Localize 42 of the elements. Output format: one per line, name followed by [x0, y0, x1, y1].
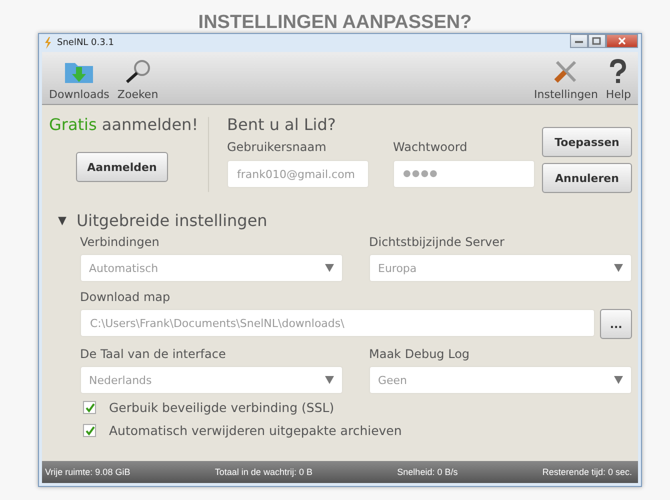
section-heading: Uitgebreide instellingen	[76, 211, 268, 230]
lightning-icon	[44, 37, 52, 49]
status-text: Snelheid: 0 B/s	[397, 467, 458, 477]
settings-tool-button[interactable]: Instellingen	[531, 52, 601, 104]
apply-button[interactable]: Toepassen	[542, 127, 632, 157]
field-label: Dichtstbijzijnde Server	[369, 235, 506, 249]
minimize-button[interactable]	[570, 34, 588, 48]
field-label: De Taal van de interface	[80, 347, 227, 361]
expander-icon[interactable]: ▼	[58, 214, 66, 227]
caret-icon	[325, 264, 334, 272]
field-label: Download map	[80, 290, 172, 304]
status-text: Vrije ruimte: 9.08 GiB	[45, 467, 130, 477]
checkbox[interactable]	[83, 424, 96, 437]
status-text: Totaal in de wachtrij: 0 B	[214, 467, 312, 477]
status-text: Resterende tijd: 0 sec.	[542, 467, 632, 477]
maximize-icon	[592, 37, 602, 45]
caret-icon	[614, 264, 623, 272]
signup-button[interactable]: Aanmelden	[76, 152, 168, 182]
magnifier-icon	[124, 59, 152, 85]
caret-icon	[325, 376, 334, 384]
signup-heading: Gratis aanmelden!	[49, 115, 200, 134]
password-label: Wachtwoord	[393, 140, 468, 154]
help-icon	[608, 59, 628, 85]
cancel-button[interactable]: Annuleren	[542, 163, 632, 193]
downloads-tool-button[interactable]: Downloads	[46, 52, 112, 104]
login-heading: Bent u al Lid?	[227, 115, 337, 134]
help-tool-button[interactable]: Help	[602, 52, 634, 104]
caret-icon	[614, 376, 623, 384]
window-title: SnelNL 0.3.1	[57, 38, 114, 48]
field-label: Maak Debug Log	[369, 347, 471, 361]
username-label: Gebruikersnaam	[227, 140, 328, 154]
field-label: Verbindingen	[80, 235, 160, 249]
search-tool-button[interactable]: Zoeken	[114, 52, 162, 104]
page-heading: INSTELLINGEN AANPASSEN?	[197, 11, 473, 33]
checkbox-label: Automatisch verwijderen uitgepakte archieven	[109, 423, 402, 438]
close-button[interactable]	[606, 34, 638, 48]
maximize-button[interactable]	[588, 34, 606, 48]
checkbox-label: Gerbuik beveiligde verbinding (SSL)	[109, 400, 334, 415]
minimize-icon	[574, 38, 584, 44]
checkbox[interactable]	[83, 401, 96, 414]
browse-button[interactable]: ...	[600, 309, 632, 339]
close-icon	[617, 37, 627, 45]
